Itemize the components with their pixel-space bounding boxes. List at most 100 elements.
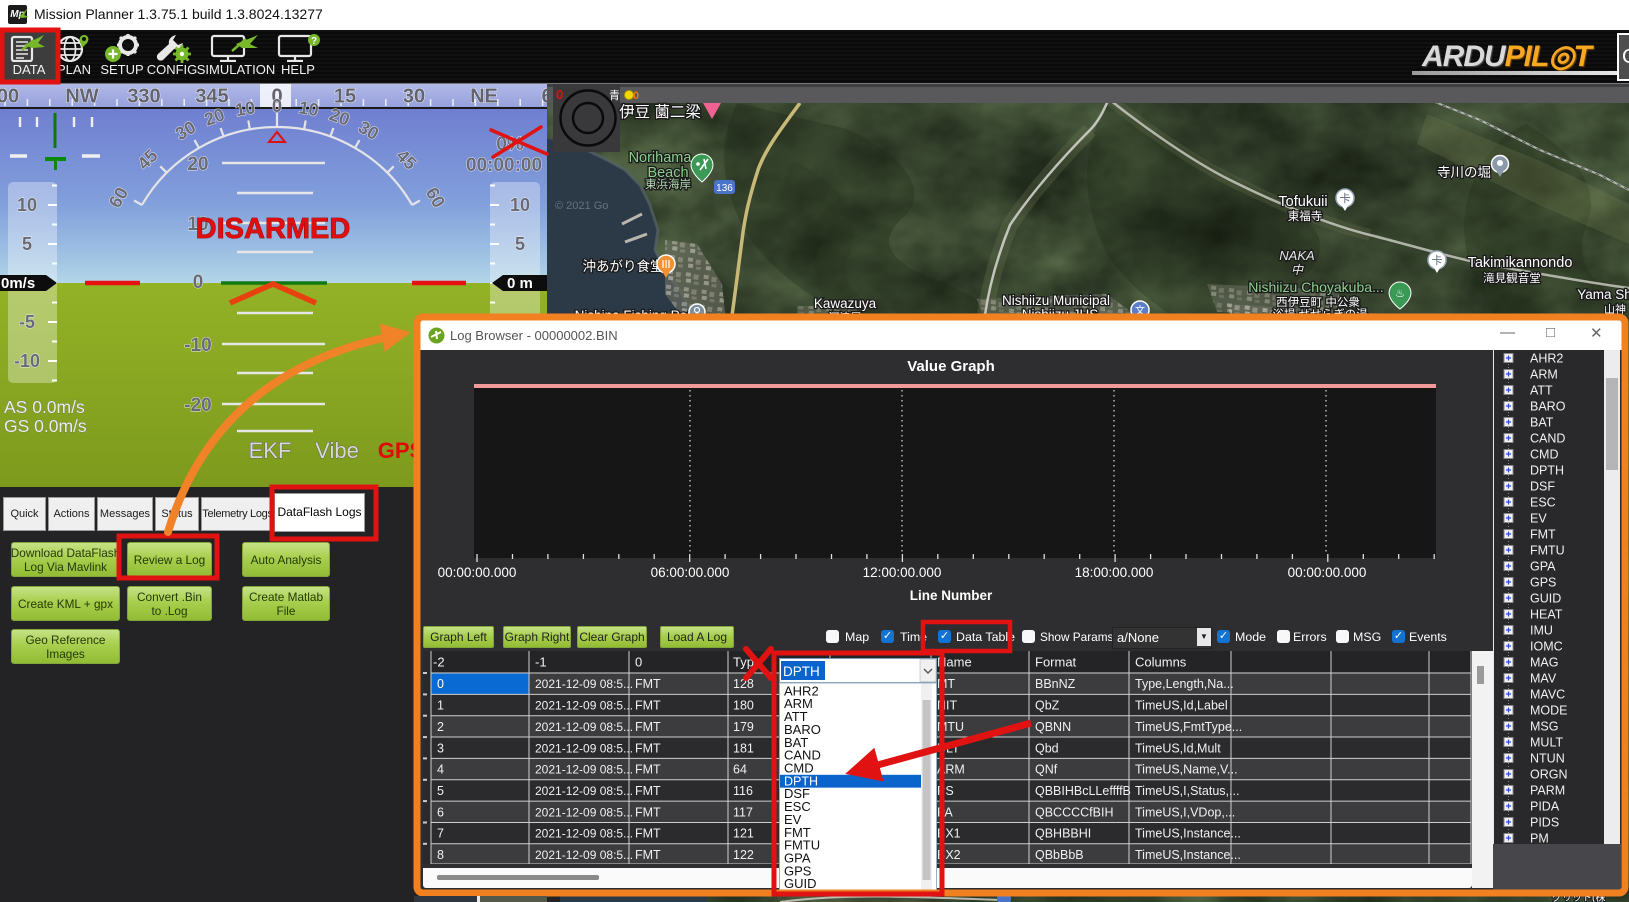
svg-text:2021-12-09 08:5...: 2021-12-09 08:5...: [535, 784, 633, 798]
svg-text:GPS: GPS: [1530, 576, 1556, 590]
svg-text:ATT: ATT: [1530, 384, 1553, 398]
svg-text:TimeUS,Id,Label: TimeUS,Id,Label: [1135, 699, 1228, 713]
svg-text:BX1: BX1: [937, 827, 961, 841]
svg-text:128: 128: [733, 677, 754, 691]
svg-text:PS: PS: [937, 784, 954, 798]
svg-text:00:00:00: 00:00:00: [466, 155, 542, 176]
svg-text:117: 117: [733, 805, 753, 819]
svg-text:MT: MT: [937, 677, 955, 691]
svg-text:MSG: MSG: [1530, 720, 1558, 734]
svg-text:FMT: FMT: [635, 763, 661, 777]
svg-text:沖あがり食堂: 沖あがり食堂: [583, 258, 664, 274]
svg-text:FMT: FMT: [635, 784, 661, 798]
svg-text:浴場 せせらぎの湯: 浴場 せせらぎの湯: [1272, 307, 1368, 321]
svg-text:EKF: EKF: [249, 438, 292, 463]
svg-text:8: 8: [437, 848, 444, 862]
svg-text:卡: 卡: [1432, 254, 1443, 267]
svg-text:文: 文: [1135, 304, 1145, 317]
svg-text:5: 5: [22, 234, 32, 254]
svg-text:DPTH: DPTH: [1530, 464, 1564, 478]
svg-text:-5: -5: [19, 312, 35, 332]
svg-text:IMU: IMU: [1530, 624, 1553, 638]
svg-text:180: 180: [733, 699, 754, 713]
svg-text:AS 0.0m/s: AS 0.0m/s: [4, 397, 85, 417]
svg-text:00: 00: [0, 86, 19, 108]
svg-text:Qbd: Qbd: [1035, 741, 1059, 755]
svg-text:寺川の堀: 寺川の堀: [1437, 165, 1491, 180]
svg-text:2021-12-09 08:5...: 2021-12-09 08:5...: [535, 741, 633, 755]
svg-text:AHR2: AHR2: [1530, 352, 1563, 366]
svg-text:2021-12-09 08:5...: 2021-12-09 08:5...: [535, 848, 633, 862]
svg-text:-1: -1: [535, 655, 547, 670]
svg-text:Vibe: Vibe: [315, 438, 359, 463]
svg-text:15: 15: [334, 86, 356, 108]
svg-text:西伊豆町 中公衆: 西伊豆町 中公衆: [1276, 296, 1360, 309]
svg-text:BX2: BX2: [937, 848, 961, 862]
svg-text:20: 20: [187, 154, 208, 175]
svg-text:4: 4: [437, 763, 444, 777]
svg-text:Name: Name: [937, 655, 972, 670]
svg-text:FMT: FMT: [635, 677, 661, 691]
svg-text:1: 1: [437, 699, 444, 713]
svg-text:QBCCCCfBIH: QBCCCCfBIH: [1035, 805, 1113, 819]
svg-text:IOMC: IOMC: [1530, 640, 1563, 654]
svg-text:121: 121: [733, 827, 754, 841]
svg-text:DISARMED: DISARMED: [196, 213, 351, 245]
svg-text:NTUN: NTUN: [1530, 752, 1565, 766]
svg-text:滝見観音堂: 滝見観音堂: [1483, 271, 1541, 285]
svg-text:Type: Type: [733, 655, 761, 670]
svg-text:BAT: BAT: [1530, 416, 1554, 430]
svg-text:中: 中: [1291, 263, 1304, 277]
svg-text:-2: -2: [433, 655, 445, 670]
svg-text:DSF: DSF: [1530, 480, 1555, 494]
svg-text:MODE: MODE: [1530, 704, 1568, 718]
svg-text:BARO: BARO: [1530, 400, 1566, 414]
svg-text:7: 7: [437, 827, 444, 841]
svg-text:0m/s: 0m/s: [1, 275, 35, 292]
svg-text:PA: PA: [937, 805, 953, 819]
svg-text:CMD: CMD: [784, 761, 814, 776]
svg-text:-20: -20: [184, 395, 211, 416]
svg-text:181: 181: [733, 741, 754, 755]
svg-text:TimeUS,FmtType...: TimeUS,FmtType...: [1135, 720, 1242, 734]
svg-text:MAVC: MAVC: [1530, 688, 1565, 702]
svg-text:QNf: QNf: [1035, 763, 1058, 777]
svg-text:ULT: ULT: [937, 741, 960, 755]
svg-text:Tofukuii: Tofukuii: [1278, 194, 1327, 210]
svg-text:NAKA: NAKA: [1279, 248, 1314, 263]
svg-text:0%: 0%: [496, 134, 524, 155]
svg-text:0: 0: [437, 677, 444, 691]
svg-text:179: 179: [733, 720, 754, 734]
svg-text:-10: -10: [184, 335, 211, 356]
svg-text:-10: -10: [14, 351, 40, 371]
svg-text:?: ?: [311, 36, 317, 47]
svg-text:2021-12-09 08:5...: 2021-12-09 08:5...: [535, 699, 633, 713]
svg-text:2021-12-09 08:5...: 2021-12-09 08:5...: [535, 805, 633, 819]
svg-text:ARM: ARM: [1530, 368, 1558, 382]
svg-text:TimeUS,I,VDop,...: TimeUS,I,VDop,...: [1135, 805, 1235, 819]
svg-text:Norihama: Norihama: [629, 150, 693, 166]
svg-text:3: 3: [437, 741, 444, 755]
svg-text:♨: ♨: [1395, 288, 1405, 300]
svg-text:6: 6: [437, 805, 444, 819]
svg-text:Nishiizu Municipal: Nishiizu Municipal: [1002, 293, 1110, 308]
svg-text:345: 345: [195, 86, 228, 108]
svg-text:© 2021 Go: © 2021 Go: [555, 200, 608, 212]
svg-text:Yama Shrin: Yama Shrin: [1577, 287, 1629, 302]
svg-text:Nishiizu Choyakuba...: Nishiizu Choyakuba...: [1248, 279, 1383, 295]
svg-text:0: 0: [556, 87, 563, 102]
svg-text:PIDS: PIDS: [1530, 816, 1559, 830]
svg-text:FMT: FMT: [1530, 528, 1556, 542]
svg-text:CAND: CAND: [1530, 432, 1565, 446]
svg-text:FMT: FMT: [635, 827, 661, 841]
svg-text:2021-12-09 08:5...: 2021-12-09 08:5...: [535, 763, 633, 777]
svg-text:0: 0: [633, 90, 639, 102]
svg-text:QBHBBHI: QBHBBHI: [1035, 827, 1091, 841]
svg-text:10: 10: [234, 97, 257, 120]
svg-text:0: 0: [193, 272, 204, 293]
svg-text:HEAT: HEAT: [1530, 608, 1563, 622]
svg-text:FMT: FMT: [635, 848, 661, 862]
svg-text:30: 30: [403, 86, 425, 108]
svg-text:グリット(株: グリット(株: [1552, 891, 1605, 902]
svg-text:伊豆 薗二梁: 伊豆 薗二梁: [619, 103, 701, 121]
